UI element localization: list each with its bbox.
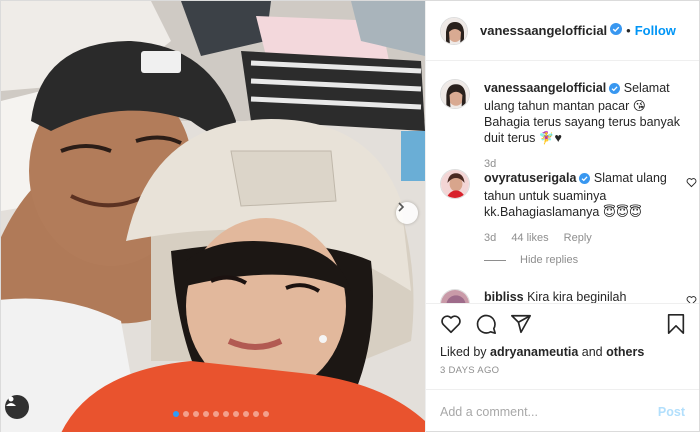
avatar-image — [441, 80, 469, 108]
liked-by-others[interactable]: others — [606, 345, 644, 359]
author-username[interactable]: vanessaangelofficial — [480, 23, 607, 38]
carousel-dot — [213, 411, 219, 417]
comment-body: bibliss Kira kira beginilah — [484, 289, 626, 303]
comment-likes[interactable]: 44 likes — [511, 232, 548, 244]
heart-icon — [441, 314, 461, 333]
verified-icon — [579, 172, 591, 188]
verified-icon — [610, 22, 623, 40]
carousel-dot — [223, 411, 229, 417]
liked-by-and: and — [581, 345, 603, 359]
carousel-dot — [253, 411, 259, 417]
author-avatar[interactable] — [440, 16, 468, 45]
comment-button[interactable] — [475, 313, 497, 335]
caption-username[interactable]: vanessaangelofficial — [484, 81, 606, 95]
heart-icon — [686, 296, 697, 303]
post-comment-button[interactable]: Post — [658, 405, 685, 419]
share-button[interactable] — [510, 313, 532, 335]
liked-by-user[interactable]: adryanameutia — [490, 345, 578, 359]
hide-replies-button[interactable]: Hide replies — [484, 254, 578, 266]
next-photo-button[interactable] — [396, 202, 418, 224]
verified-icon — [609, 82, 621, 98]
comment-time[interactable]: 3d — [484, 232, 496, 244]
comment-meta: 3d 44 likes Reply — [484, 230, 674, 246]
caption-avatar[interactable] — [440, 79, 470, 109]
like-button[interactable] — [440, 313, 462, 335]
avatar-image — [441, 170, 469, 198]
avatar-image — [441, 17, 467, 44]
carousel-dot — [173, 411, 179, 417]
carousel-dot — [203, 411, 209, 417]
like-comment-button[interactable] — [686, 175, 697, 193]
post-sidebar: vanessaangelofficial • Follow vanessaang… — [425, 1, 699, 432]
heart-icon — [686, 178, 697, 188]
caption: vanessaangelofficial Selamat ulang tahun… — [440, 79, 695, 172]
caption-body: vanessaangelofficial Selamat ulang tahun… — [484, 79, 689, 172]
add-comment-input[interactable] — [440, 404, 658, 419]
photo-illustration — [1, 1, 425, 432]
carousel-dot — [193, 411, 199, 417]
liked-by-prefix: Liked by — [440, 345, 487, 359]
reply-button[interactable]: Reply — [564, 232, 592, 244]
follow-button[interactable]: Follow — [635, 23, 676, 38]
commenter-avatar[interactable] — [440, 289, 470, 303]
user-tag-icon — [6, 396, 16, 406]
comment-username[interactable]: bibliss — [484, 290, 524, 303]
carousel-dot — [183, 411, 189, 417]
separator-dot: • — [626, 23, 631, 38]
add-comment-bar: Post — [426, 389, 699, 432]
carousel-dot — [233, 411, 239, 417]
carousel-dots — [173, 411, 269, 417]
post-photo[interactable] — [1, 1, 425, 432]
instagram-post: vanessaangelofficial • Follow vanessaang… — [0, 0, 700, 432]
comment-text: Kira kira beginilah — [527, 290, 627, 303]
carousel-dot — [263, 411, 269, 417]
avatar-image — [441, 290, 469, 303]
action-bar — [426, 303, 699, 343]
hide-replies-label: Hide replies — [520, 254, 579, 266]
save-button[interactable] — [666, 313, 686, 340]
comment-icon — [476, 314, 496, 334]
share-icon — [511, 314, 531, 333]
chevron-right-icon — [398, 202, 405, 212]
comment-item: ovyratuserigala Slamat ulang tahun untuk… — [440, 169, 697, 246]
post-header: vanessaangelofficial • Follow — [426, 1, 699, 61]
comment-item: bibliss Kira kira beginilah — [440, 289, 697, 303]
divider-line — [484, 259, 506, 261]
commenter-avatar[interactable] — [440, 169, 470, 199]
comment-username[interactable]: ovyratuserigala — [484, 171, 576, 185]
post-date[interactable]: 3 DAYS AGO — [426, 365, 699, 389]
tagged-users-button[interactable] — [5, 395, 29, 419]
comment-body: ovyratuserigala Slamat ulang tahun untuk… — [484, 169, 674, 246]
comments-list: vanessaangelofficial Selamat ulang tahun… — [426, 61, 699, 303]
like-comment-button[interactable] — [686, 293, 697, 303]
carousel-dot — [243, 411, 249, 417]
save-icon — [667, 314, 685, 334]
likes-summary: Liked by adryanameutia and others — [426, 343, 699, 365]
